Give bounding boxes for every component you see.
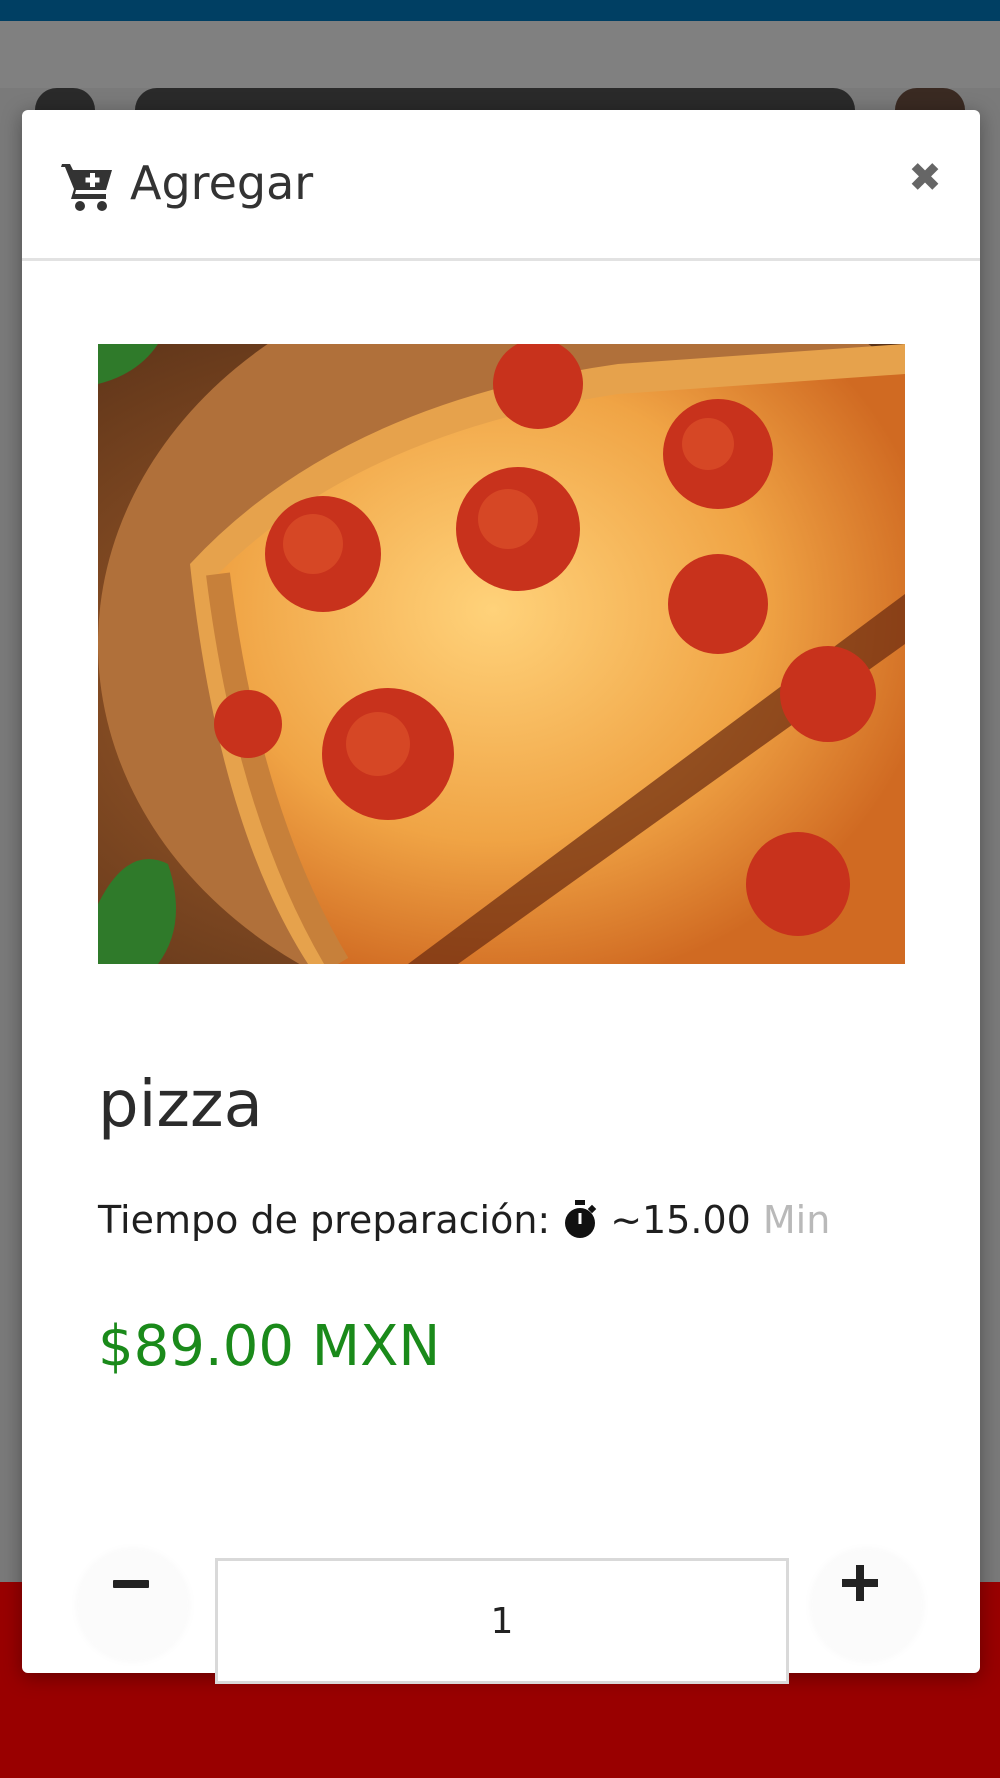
- quantity-stepper: [22, 1550, 980, 1684]
- close-button[interactable]: ✖: [902, 155, 948, 201]
- modal-header: Agregar ✖: [22, 110, 980, 261]
- app-header-bar: [0, 21, 1000, 89]
- prep-time-value: ~15.00: [610, 1198, 751, 1242]
- top-status-bar: [0, 0, 1000, 21]
- background-card-center: [135, 88, 855, 110]
- prep-label: Tiempo de preparación:: [98, 1198, 551, 1242]
- background-card-left: [35, 88, 95, 110]
- preparation-time: Tiempo de preparación: ~15.00 Min: [98, 1198, 830, 1242]
- product-image: [98, 344, 905, 964]
- background-card-right: [895, 88, 965, 110]
- product-price: $89.00 MXN: [98, 1314, 441, 1379]
- add-to-cart-modal: Agregar ✖ pizza Tiempo de preparación: ~…: [22, 110, 980, 1684]
- minus-icon: [113, 1580, 149, 1588]
- product-name: pizza: [98, 1068, 263, 1142]
- cart-plus-icon: [61, 164, 112, 211]
- prep-time-unit: Min: [762, 1198, 831, 1242]
- increase-quantity-button[interactable]: [812, 1550, 922, 1660]
- modal-title: Agregar: [130, 156, 314, 210]
- decrease-quantity-button[interactable]: [78, 1550, 188, 1660]
- quantity-input[interactable]: [215, 1558, 789, 1684]
- pizza-illustration: [98, 344, 905, 964]
- stopwatch-icon: [565, 1200, 597, 1238]
